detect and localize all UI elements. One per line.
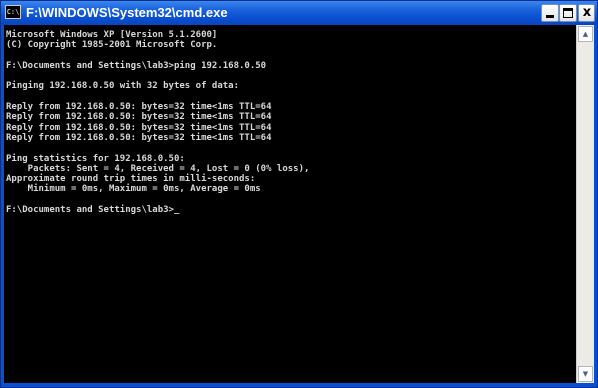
console-output-area[interactable]: Microsoft Windows XP [Version 5.1.2600](… [4,25,576,383]
scroll-down-arrow-icon: ▼ [582,370,589,378]
window-bottom-border [1,383,597,387]
console-line: Ping statistics for 192.168.0.50: [6,153,185,164]
scroll-up-arrow-icon: ▲ [582,30,589,38]
console-line: F:\Documents and Settings\lab3>ping 192.… [6,60,267,71]
cmd-window: C:\ F:\WINDOWS\System32\cmd.exe x Micros… [0,0,598,388]
console-line: Reply from 192.168.0.50: bytes=32 time<1… [6,122,272,133]
console-line: Microsoft Windows XP [Version 5.1.2600] [6,30,218,40]
window-title: F:\WINDOWS\System32\cmd.exe [26,5,228,20]
console-line: (C) Copyright 1985-2001 Microsoft Corp. [6,40,218,51]
minimize-icon [546,15,554,18]
console-line: Reply from 192.168.0.50: bytes=32 time<1… [6,112,272,123]
vertical-scrollbar[interactable]: ▲ ▼ [576,25,594,383]
maximize-button[interactable] [559,4,577,22]
console-line: Approximate round trip times in milli-se… [6,174,256,185]
title-bar[interactable]: C:\ F:\WINDOWS\System32\cmd.exe x [1,1,597,25]
maximize-icon [563,8,573,18]
console-line: F:\Documents and Settings\lab3>_ [6,205,180,216]
console-line: Pinging 192.168.0.50 with 32 bytes of da… [6,81,239,92]
console-line: Reply from 192.168.0.50: bytes=32 time<1… [6,132,272,143]
console-text: Microsoft Windows XP [Version 5.1.2600](… [6,30,309,215]
console-line: Packets: Sent = 4, Received = 4, Lost = … [6,163,310,174]
close-icon: x [582,5,592,20]
console-line: Minimum = 0ms, Maximum = 0ms, Average = … [6,184,261,195]
scroll-up-button[interactable]: ▲ [578,26,593,42]
minimize-button[interactable] [541,4,559,22]
cmd-app-icon[interactable]: C:\ [5,5,21,19]
scroll-down-button[interactable]: ▼ [578,366,593,382]
close-button[interactable]: x [578,4,595,22]
console-line: Reply from 192.168.0.50: bytes=32 time<1… [6,102,272,113]
